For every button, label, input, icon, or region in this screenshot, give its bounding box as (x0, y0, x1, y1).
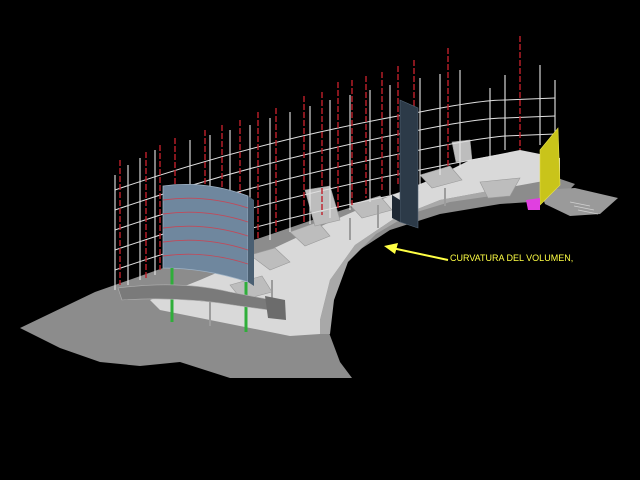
annotation-label: CURVATURA DEL VOLUMEN, (450, 253, 573, 263)
cad-3d-render: CURVATURA DEL VOLUMEN, (0, 0, 640, 480)
magenta-accent (526, 198, 540, 210)
facade-edge (248, 196, 254, 286)
curved-balcony-ledge-front (265, 296, 286, 320)
dark-glass-tower (399, 99, 419, 229)
